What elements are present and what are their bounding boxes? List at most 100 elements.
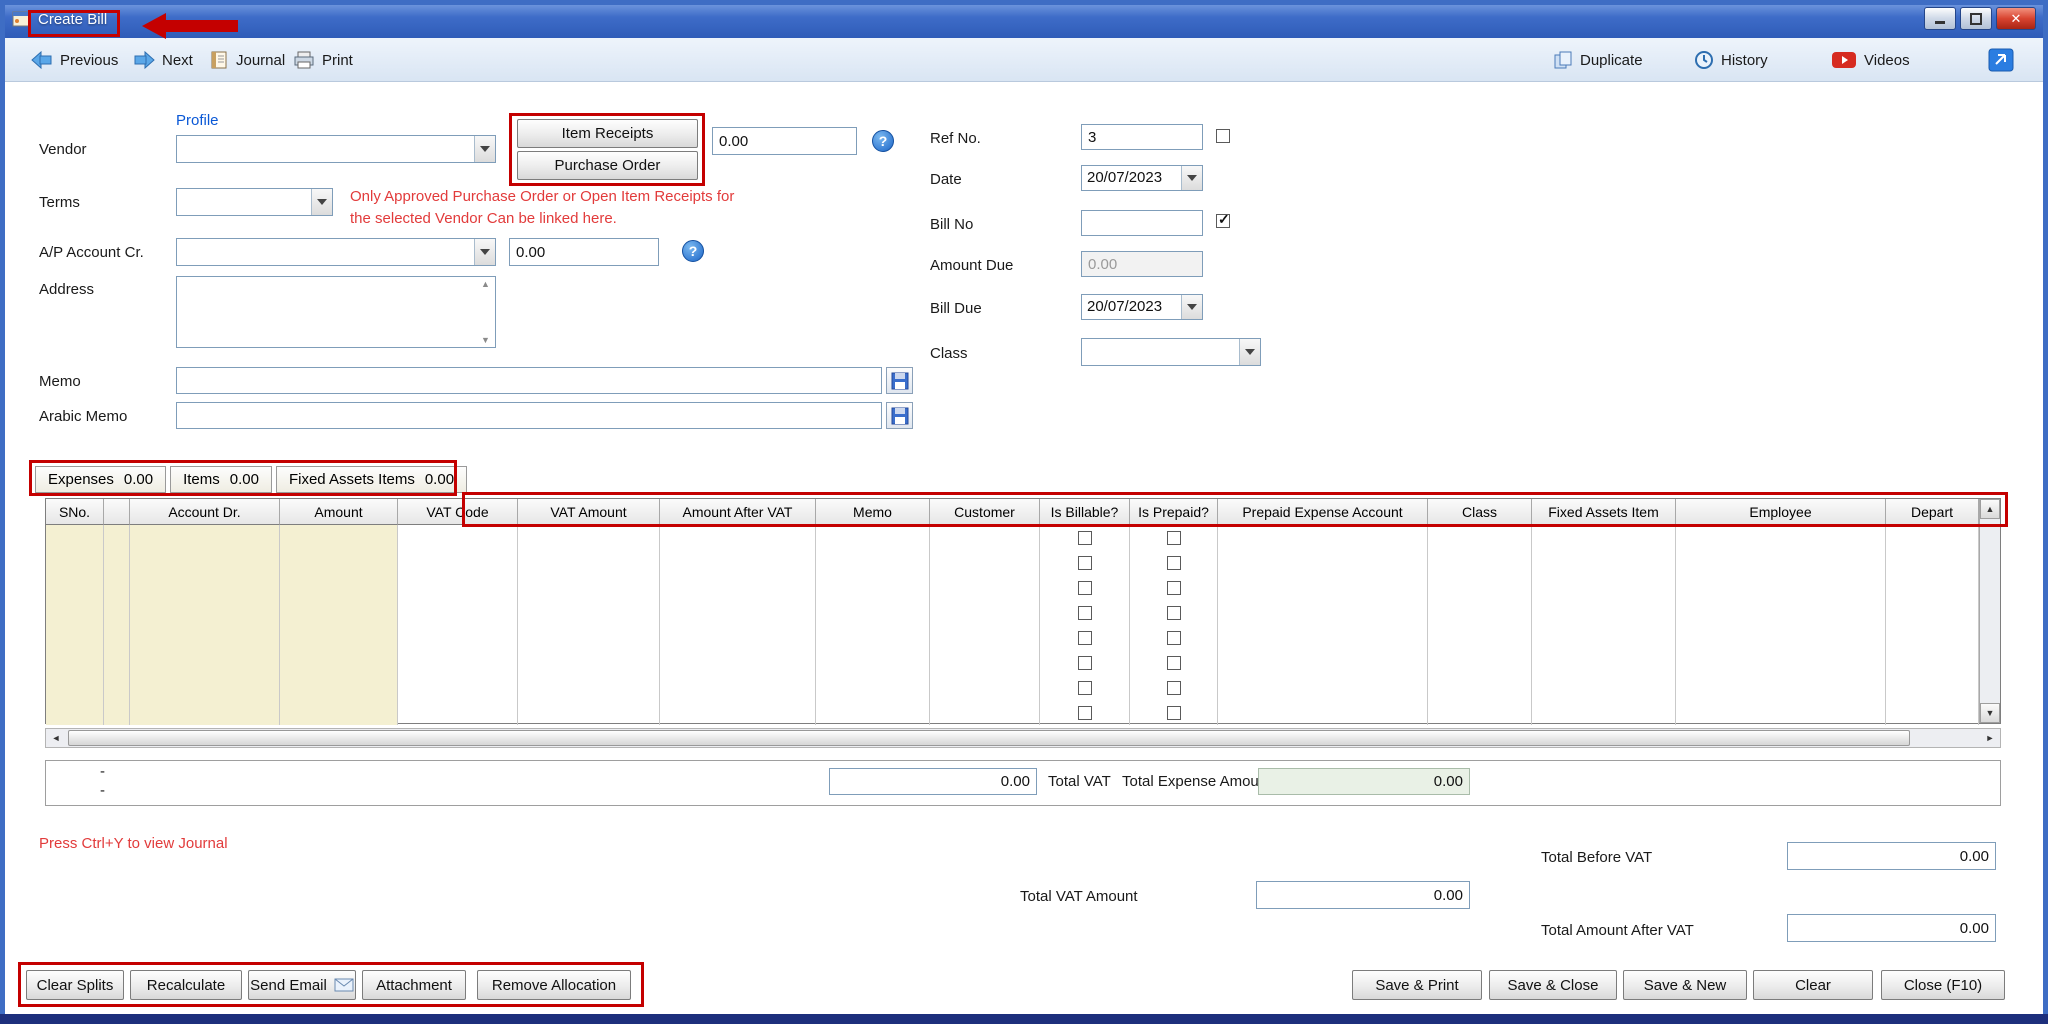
bill-due-picker[interactable]: 20/07/2023 xyxy=(1081,294,1203,320)
minimize-button[interactable] xyxy=(1924,7,1956,30)
grid-cell[interactable] xyxy=(930,575,1040,600)
grid-cell[interactable] xyxy=(280,700,398,725)
is-prepaid-checkbox[interactable] xyxy=(1167,706,1181,720)
grid-column-header[interactable]: VAT Code xyxy=(398,499,518,525)
save-and-new-button[interactable]: Save & New xyxy=(1623,970,1747,1000)
grid-cell[interactable] xyxy=(398,600,518,625)
is-prepaid-checkbox[interactable] xyxy=(1167,606,1181,620)
grid-cell[interactable] xyxy=(1676,700,1886,725)
grid-cell[interactable] xyxy=(1886,675,1979,700)
grid-cell[interactable] xyxy=(104,575,130,600)
grid-cell[interactable] xyxy=(1532,575,1676,600)
tab-items[interactable]: Items0.00 xyxy=(170,466,272,493)
is-prepaid-checkbox[interactable] xyxy=(1167,656,1181,670)
grid-cell[interactable] xyxy=(1676,575,1886,600)
terms-select[interactable] xyxy=(176,188,333,216)
grid-column-header[interactable]: Employee xyxy=(1676,499,1886,525)
grid-cell[interactable] xyxy=(660,650,816,675)
grid-cell[interactable] xyxy=(816,650,930,675)
grid-cell[interactable] xyxy=(1886,550,1979,575)
class-select[interactable] xyxy=(1081,338,1261,366)
grid-cell[interactable] xyxy=(398,550,518,575)
grid-cell[interactable] xyxy=(816,600,930,625)
grid-cell[interactable] xyxy=(130,650,280,675)
grid-column-header[interactable] xyxy=(104,499,130,525)
ap-amount-field[interactable]: 0.00 xyxy=(509,238,659,266)
is-billable-checkbox[interactable] xyxy=(1078,606,1092,620)
vertical-scrollbar[interactable]: ▲ ▼ xyxy=(1979,499,2000,723)
grid-column-header[interactable]: Memo xyxy=(816,499,930,525)
grid-column-header[interactable]: Amount After VAT xyxy=(660,499,816,525)
grid-cell[interactable] xyxy=(518,700,660,725)
grid-cell[interactable] xyxy=(398,575,518,600)
grid-cell[interactable] xyxy=(1130,625,1218,650)
scrollbar-thumb[interactable] xyxy=(68,730,1910,746)
grid-cell[interactable] xyxy=(1040,600,1130,625)
grid-cell[interactable] xyxy=(398,675,518,700)
grid-cell[interactable] xyxy=(660,550,816,575)
grid-cell[interactable] xyxy=(1428,675,1532,700)
scroll-up-icon[interactable]: ▲ xyxy=(1980,499,2000,519)
save-and-close-button[interactable]: Save & Close xyxy=(1489,970,1617,1000)
grid-cell[interactable] xyxy=(1130,525,1218,550)
grid-cell[interactable] xyxy=(1040,700,1130,725)
is-billable-checkbox[interactable] xyxy=(1078,631,1092,645)
scroll-right-icon[interactable]: ► xyxy=(1980,729,2000,747)
chevron-down-icon[interactable] xyxy=(1239,339,1260,365)
grid-cell[interactable] xyxy=(130,575,280,600)
bill-no-field[interactable] xyxy=(1081,210,1203,236)
recalculate-button[interactable]: Recalculate xyxy=(130,970,242,1000)
grid-cell[interactable] xyxy=(104,675,130,700)
grid-cell[interactable] xyxy=(518,550,660,575)
grid-cell[interactable] xyxy=(930,550,1040,575)
grid-cell[interactable] xyxy=(660,575,816,600)
grid-cell[interactable] xyxy=(1886,625,1979,650)
grid-cell[interactable] xyxy=(398,625,518,650)
is-prepaid-checkbox[interactable] xyxy=(1167,531,1181,545)
grid-cell[interactable] xyxy=(1218,575,1428,600)
videos-button[interactable]: Videos xyxy=(1831,38,1910,82)
memo-save-button[interactable] xyxy=(886,367,913,394)
grid-cell[interactable] xyxy=(1130,600,1218,625)
grid-cell[interactable] xyxy=(130,700,280,725)
help-icon[interactable]: ? xyxy=(682,240,704,262)
grid-cell[interactable] xyxy=(660,700,816,725)
grid-cell[interactable] xyxy=(280,575,398,600)
grid-cell[interactable] xyxy=(930,650,1040,675)
grid-cell[interactable] xyxy=(1886,575,1979,600)
is-prepaid-checkbox[interactable] xyxy=(1167,556,1181,570)
previous-button[interactable]: Previous xyxy=(31,38,118,82)
scroll-down-icon[interactable]: ▼ xyxy=(477,335,494,345)
grid-cell[interactable] xyxy=(280,625,398,650)
grid-cell[interactable] xyxy=(1428,525,1532,550)
grid-cell[interactable] xyxy=(46,550,104,575)
tab-expenses[interactable]: Expenses0.00 xyxy=(35,466,166,493)
maximize-button[interactable] xyxy=(1960,7,1992,30)
clear-splits-button[interactable]: Clear Splits xyxy=(26,970,124,1000)
grid-cell[interactable] xyxy=(130,625,280,650)
grid-column-header[interactable]: VAT Amount xyxy=(518,499,660,525)
chevron-down-icon[interactable] xyxy=(474,239,495,265)
grid-cell[interactable] xyxy=(46,575,104,600)
grid-cell[interactable] xyxy=(1428,650,1532,675)
grid-cell[interactable] xyxy=(930,525,1040,550)
grid-cell[interactable] xyxy=(660,600,816,625)
grid-cell[interactable] xyxy=(1040,550,1130,575)
grid-cell[interactable] xyxy=(518,525,660,550)
grid-cell[interactable] xyxy=(1532,700,1676,725)
grid-cell[interactable] xyxy=(46,600,104,625)
grid-cell[interactable] xyxy=(130,675,280,700)
grid-column-header[interactable]: Is Billable? xyxy=(1040,499,1130,525)
grid-cell[interactable] xyxy=(1218,675,1428,700)
grid-column-header[interactable]: Fixed Assets Item xyxy=(1532,499,1676,525)
grid-cell[interactable] xyxy=(930,600,1040,625)
is-prepaid-checkbox[interactable] xyxy=(1167,681,1181,695)
grid-cell[interactable] xyxy=(104,525,130,550)
grid-cell[interactable] xyxy=(1040,525,1130,550)
send-email-button[interactable]: Send Email xyxy=(248,970,356,1000)
grid-cell[interactable] xyxy=(816,575,930,600)
grid-cell[interactable] xyxy=(518,575,660,600)
grid-cell[interactable] xyxy=(930,700,1040,725)
profile-link[interactable]: Profile xyxy=(176,112,219,129)
is-billable-checkbox[interactable] xyxy=(1078,581,1092,595)
